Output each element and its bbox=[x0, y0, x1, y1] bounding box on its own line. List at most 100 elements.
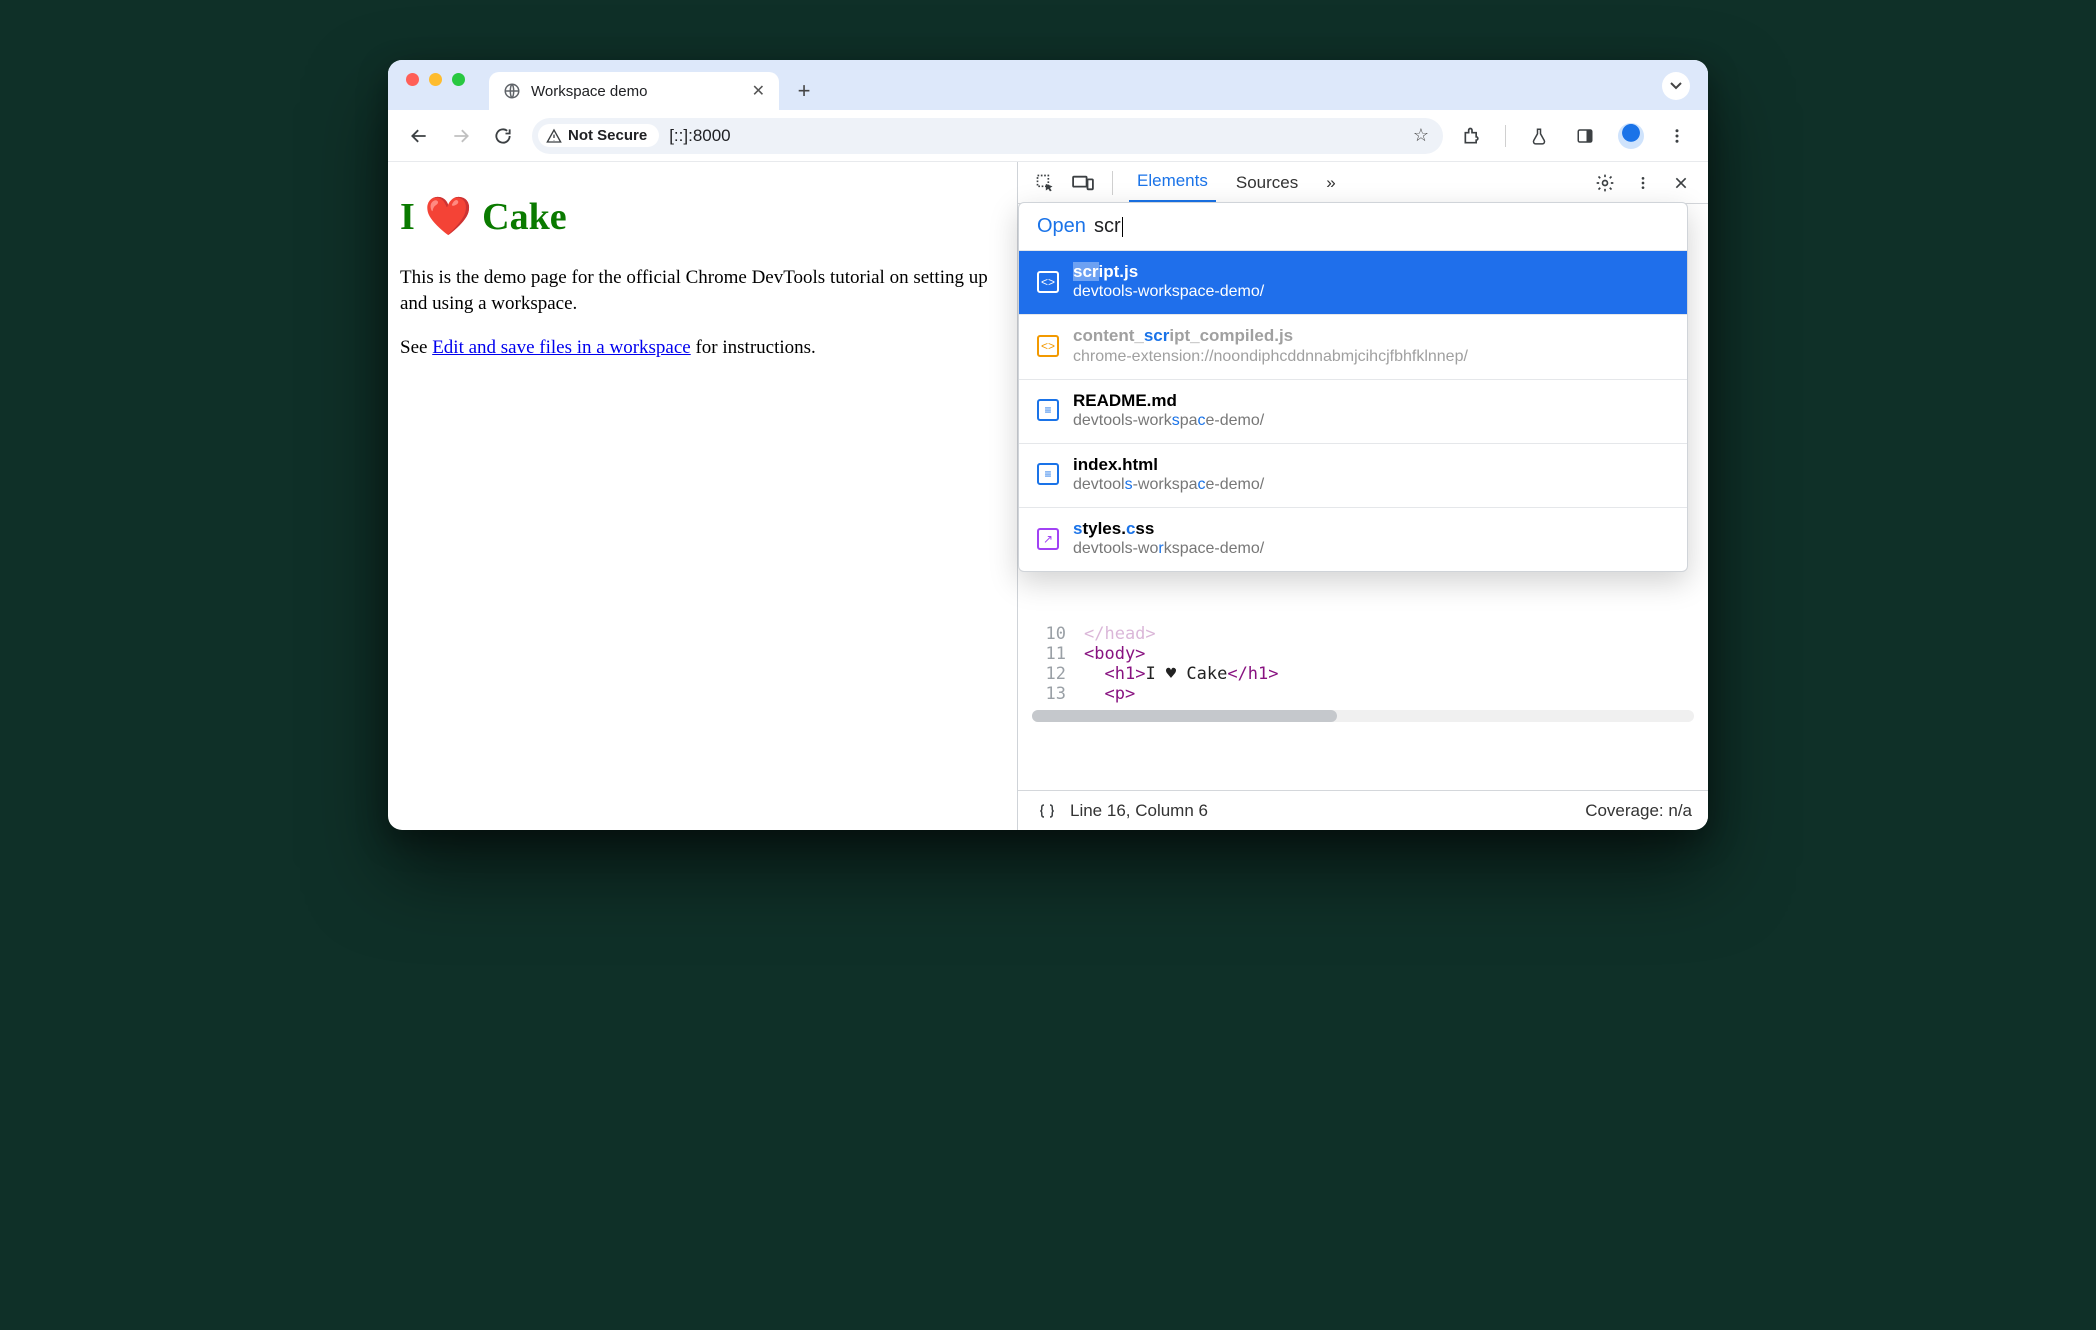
address-bar[interactable]: Not Secure [::]:8000 ☆ bbox=[532, 118, 1443, 154]
divider bbox=[1505, 125, 1506, 147]
tab-overflow[interactable]: » bbox=[1318, 162, 1343, 203]
reload-button[interactable] bbox=[490, 123, 516, 149]
chevron-down-icon bbox=[1670, 80, 1682, 92]
line-number: 12 bbox=[1034, 664, 1066, 684]
js-file-icon: <> bbox=[1037, 271, 1059, 293]
cursor-position: Line 16, Column 6 bbox=[1070, 801, 1208, 821]
open-label: Open bbox=[1037, 215, 1086, 238]
window-controls bbox=[406, 60, 489, 110]
file-result[interactable]: <> content_script_compiled.js chrome-ext… bbox=[1019, 314, 1687, 378]
format-code-button[interactable] bbox=[1034, 798, 1060, 824]
open-file-input[interactable]: Open scr bbox=[1019, 203, 1687, 250]
back-button[interactable] bbox=[406, 123, 432, 149]
code-text: </h1> bbox=[1227, 664, 1278, 684]
devices-icon bbox=[1072, 174, 1094, 192]
devtools-statusbar: Line 16, Column 6 Coverage: n/a bbox=[1018, 790, 1708, 830]
page-viewport: I ❤️ Cake This is the demo page for the … bbox=[388, 162, 1018, 830]
profile-avatar[interactable] bbox=[1618, 123, 1644, 149]
close-window-icon[interactable] bbox=[406, 73, 419, 86]
file-name: index.html bbox=[1073, 454, 1264, 475]
devtools-settings-button[interactable] bbox=[1592, 170, 1618, 196]
inspect-element-button[interactable] bbox=[1032, 170, 1058, 196]
menu-button[interactable] bbox=[1664, 123, 1690, 149]
inspect-icon bbox=[1035, 173, 1055, 193]
file-result[interactable]: ≡ README.md devtools-workspace-demo/ bbox=[1019, 379, 1687, 443]
bookmark-button[interactable]: ☆ bbox=[1413, 125, 1429, 146]
kebab-icon bbox=[1668, 127, 1686, 145]
reload-icon bbox=[493, 126, 513, 146]
devtools-menu-button[interactable] bbox=[1630, 170, 1656, 196]
see-prefix: See bbox=[400, 337, 432, 358]
file-name: styles.css bbox=[1073, 518, 1264, 539]
extensions-button[interactable] bbox=[1459, 123, 1485, 149]
toolbar: Not Secure [::]:8000 ☆ bbox=[388, 110, 1708, 162]
doc-file-icon: ≡ bbox=[1037, 399, 1059, 421]
heading-prefix: I bbox=[400, 192, 415, 243]
open-file-dialog: Open scr <> script.js devtools-workspace… bbox=[1018, 202, 1688, 572]
side-panel-button[interactable] bbox=[1572, 123, 1598, 149]
devtools-tabs: Elements Sources » bbox=[1018, 162, 1708, 204]
braces-icon bbox=[1037, 802, 1057, 820]
file-result[interactable]: ≡ index.html devtools-workspace-demo/ bbox=[1019, 443, 1687, 507]
close-tab-icon[interactable]: ✕ bbox=[752, 81, 765, 101]
labs-button[interactable] bbox=[1526, 123, 1552, 149]
file-name: README.md bbox=[1073, 390, 1264, 411]
code-line: 10 </head> bbox=[1018, 624, 1708, 644]
browser-tab[interactable]: Workspace demo ✕ bbox=[489, 72, 779, 110]
horizontal-scrollbar[interactable] bbox=[1032, 710, 1694, 722]
page-heading: I ❤️ Cake bbox=[400, 192, 1005, 243]
link-paragraph: See Edit and save files in a workspace f… bbox=[400, 335, 1005, 361]
code-text: </head> bbox=[1084, 624, 1156, 644]
workspace-tutorial-link[interactable]: Edit and save files in a workspace bbox=[432, 337, 691, 358]
code-text: <body> bbox=[1084, 644, 1145, 664]
back-arrow-icon bbox=[409, 126, 429, 146]
gear-icon bbox=[1595, 173, 1615, 193]
tab-list-button[interactable] bbox=[1662, 72, 1690, 100]
code-text: <h1> bbox=[1104, 664, 1145, 684]
browser-window: Workspace demo ✕ + Not Secure [::]:8000 … bbox=[388, 60, 1708, 830]
file-path: devtools-workspace-demo/ bbox=[1073, 282, 1264, 302]
security-label: Not Secure bbox=[568, 127, 647, 144]
code-text: <p> bbox=[1104, 684, 1135, 704]
device-toolbar-button[interactable] bbox=[1070, 170, 1096, 196]
file-name: script.js bbox=[1073, 261, 1264, 282]
code-line: 11 <body> bbox=[1018, 644, 1708, 664]
puzzle-icon bbox=[1462, 126, 1482, 146]
heart-icon: ❤️ bbox=[425, 192, 472, 243]
file-path: devtools-workspace-demo/ bbox=[1073, 539, 1264, 559]
new-tab-button[interactable]: + bbox=[789, 76, 819, 106]
divider bbox=[1112, 171, 1113, 195]
css-file-icon: ↗ bbox=[1037, 528, 1059, 550]
security-chip[interactable]: Not Secure bbox=[538, 124, 659, 147]
code-line: 12 <h1>I ♥ Cake</h1> bbox=[1018, 664, 1708, 684]
js-file-icon: <> bbox=[1037, 335, 1059, 357]
line-number: 10 bbox=[1034, 624, 1066, 644]
flask-icon bbox=[1530, 126, 1548, 146]
tab-title: Workspace demo bbox=[531, 83, 742, 100]
open-query: scr bbox=[1094, 215, 1121, 238]
file-path: devtools-workspace-demo/ bbox=[1073, 411, 1264, 431]
minimize-window-icon[interactable] bbox=[429, 73, 442, 86]
forward-button[interactable] bbox=[448, 123, 474, 149]
tab-sources[interactable]: Sources bbox=[1228, 162, 1306, 203]
tab-elements[interactable]: Elements bbox=[1129, 162, 1216, 203]
devtools-panel: Elements Sources » Open scr bbox=[1018, 162, 1708, 830]
see-suffix: for instructions. bbox=[691, 337, 816, 358]
globe-icon bbox=[503, 82, 521, 100]
file-result[interactable]: ↗ styles.css devtools-workspace-demo/ bbox=[1019, 507, 1687, 571]
line-number: 11 bbox=[1034, 644, 1066, 664]
tab-strip: Workspace demo ✕ + bbox=[388, 60, 1708, 110]
warning-icon bbox=[546, 128, 562, 144]
close-icon bbox=[1673, 175, 1689, 191]
file-path: devtools-workspace-demo/ bbox=[1073, 475, 1264, 495]
code-line: 13 <p> bbox=[1018, 684, 1708, 704]
toolbar-right bbox=[1459, 123, 1690, 149]
heading-suffix: Cake bbox=[482, 192, 566, 243]
code-text: I ♥ Cake bbox=[1145, 664, 1227, 684]
intro-paragraph: This is the demo page for the official C… bbox=[400, 265, 1005, 316]
devtools-close-button[interactable] bbox=[1668, 170, 1694, 196]
file-result[interactable]: <> script.js devtools-workspace-demo/ bbox=[1019, 250, 1687, 314]
fullscreen-window-icon[interactable] bbox=[452, 73, 465, 86]
kebab-icon bbox=[1635, 174, 1651, 192]
panel-icon bbox=[1575, 127, 1595, 145]
